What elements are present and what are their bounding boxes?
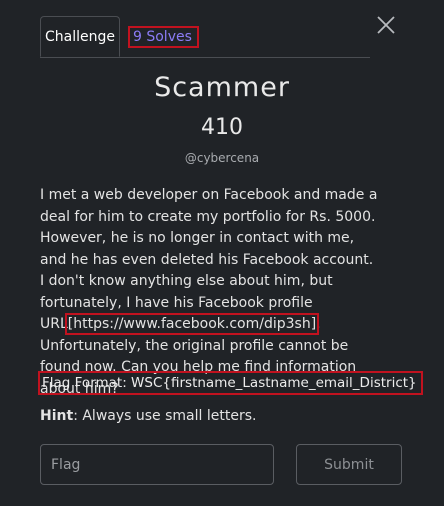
challenge-tabs: Challenge 9 Solves — [40, 16, 370, 58]
flag-input[interactable] — [40, 444, 274, 485]
submit-button[interactable]: Submit — [296, 444, 402, 485]
challenge-description: I met a web developer on Facebook and ma… — [40, 185, 380, 400]
challenge-author: @cybercena — [184, 151, 260, 165]
flag-format: Flag Format: WSC{firstname_Lastname_emai… — [38, 371, 423, 395]
close-button[interactable] — [375, 14, 397, 36]
challenge-title: Scammer — [154, 72, 290, 103]
tab-solves[interactable]: 9 Solves — [128, 26, 199, 48]
tab-challenge[interactable]: Challenge — [40, 16, 120, 57]
challenge-modal: Challenge 9 Solves Scammer 410 @cybercen… — [0, 0, 444, 506]
challenge-points: 410 — [201, 115, 243, 140]
close-icon — [377, 16, 395, 34]
hint: Hint: Always use small letters. — [40, 408, 256, 424]
hint-text: : Always use small letters. — [73, 408, 257, 424]
description-text-before: I met a web developer on Facebook and ma… — [40, 187, 378, 332]
facebook-profile-url: [https://www.facebook.com/dip3sh] — [64, 313, 320, 335]
hint-label: Hint — [40, 408, 74, 424]
